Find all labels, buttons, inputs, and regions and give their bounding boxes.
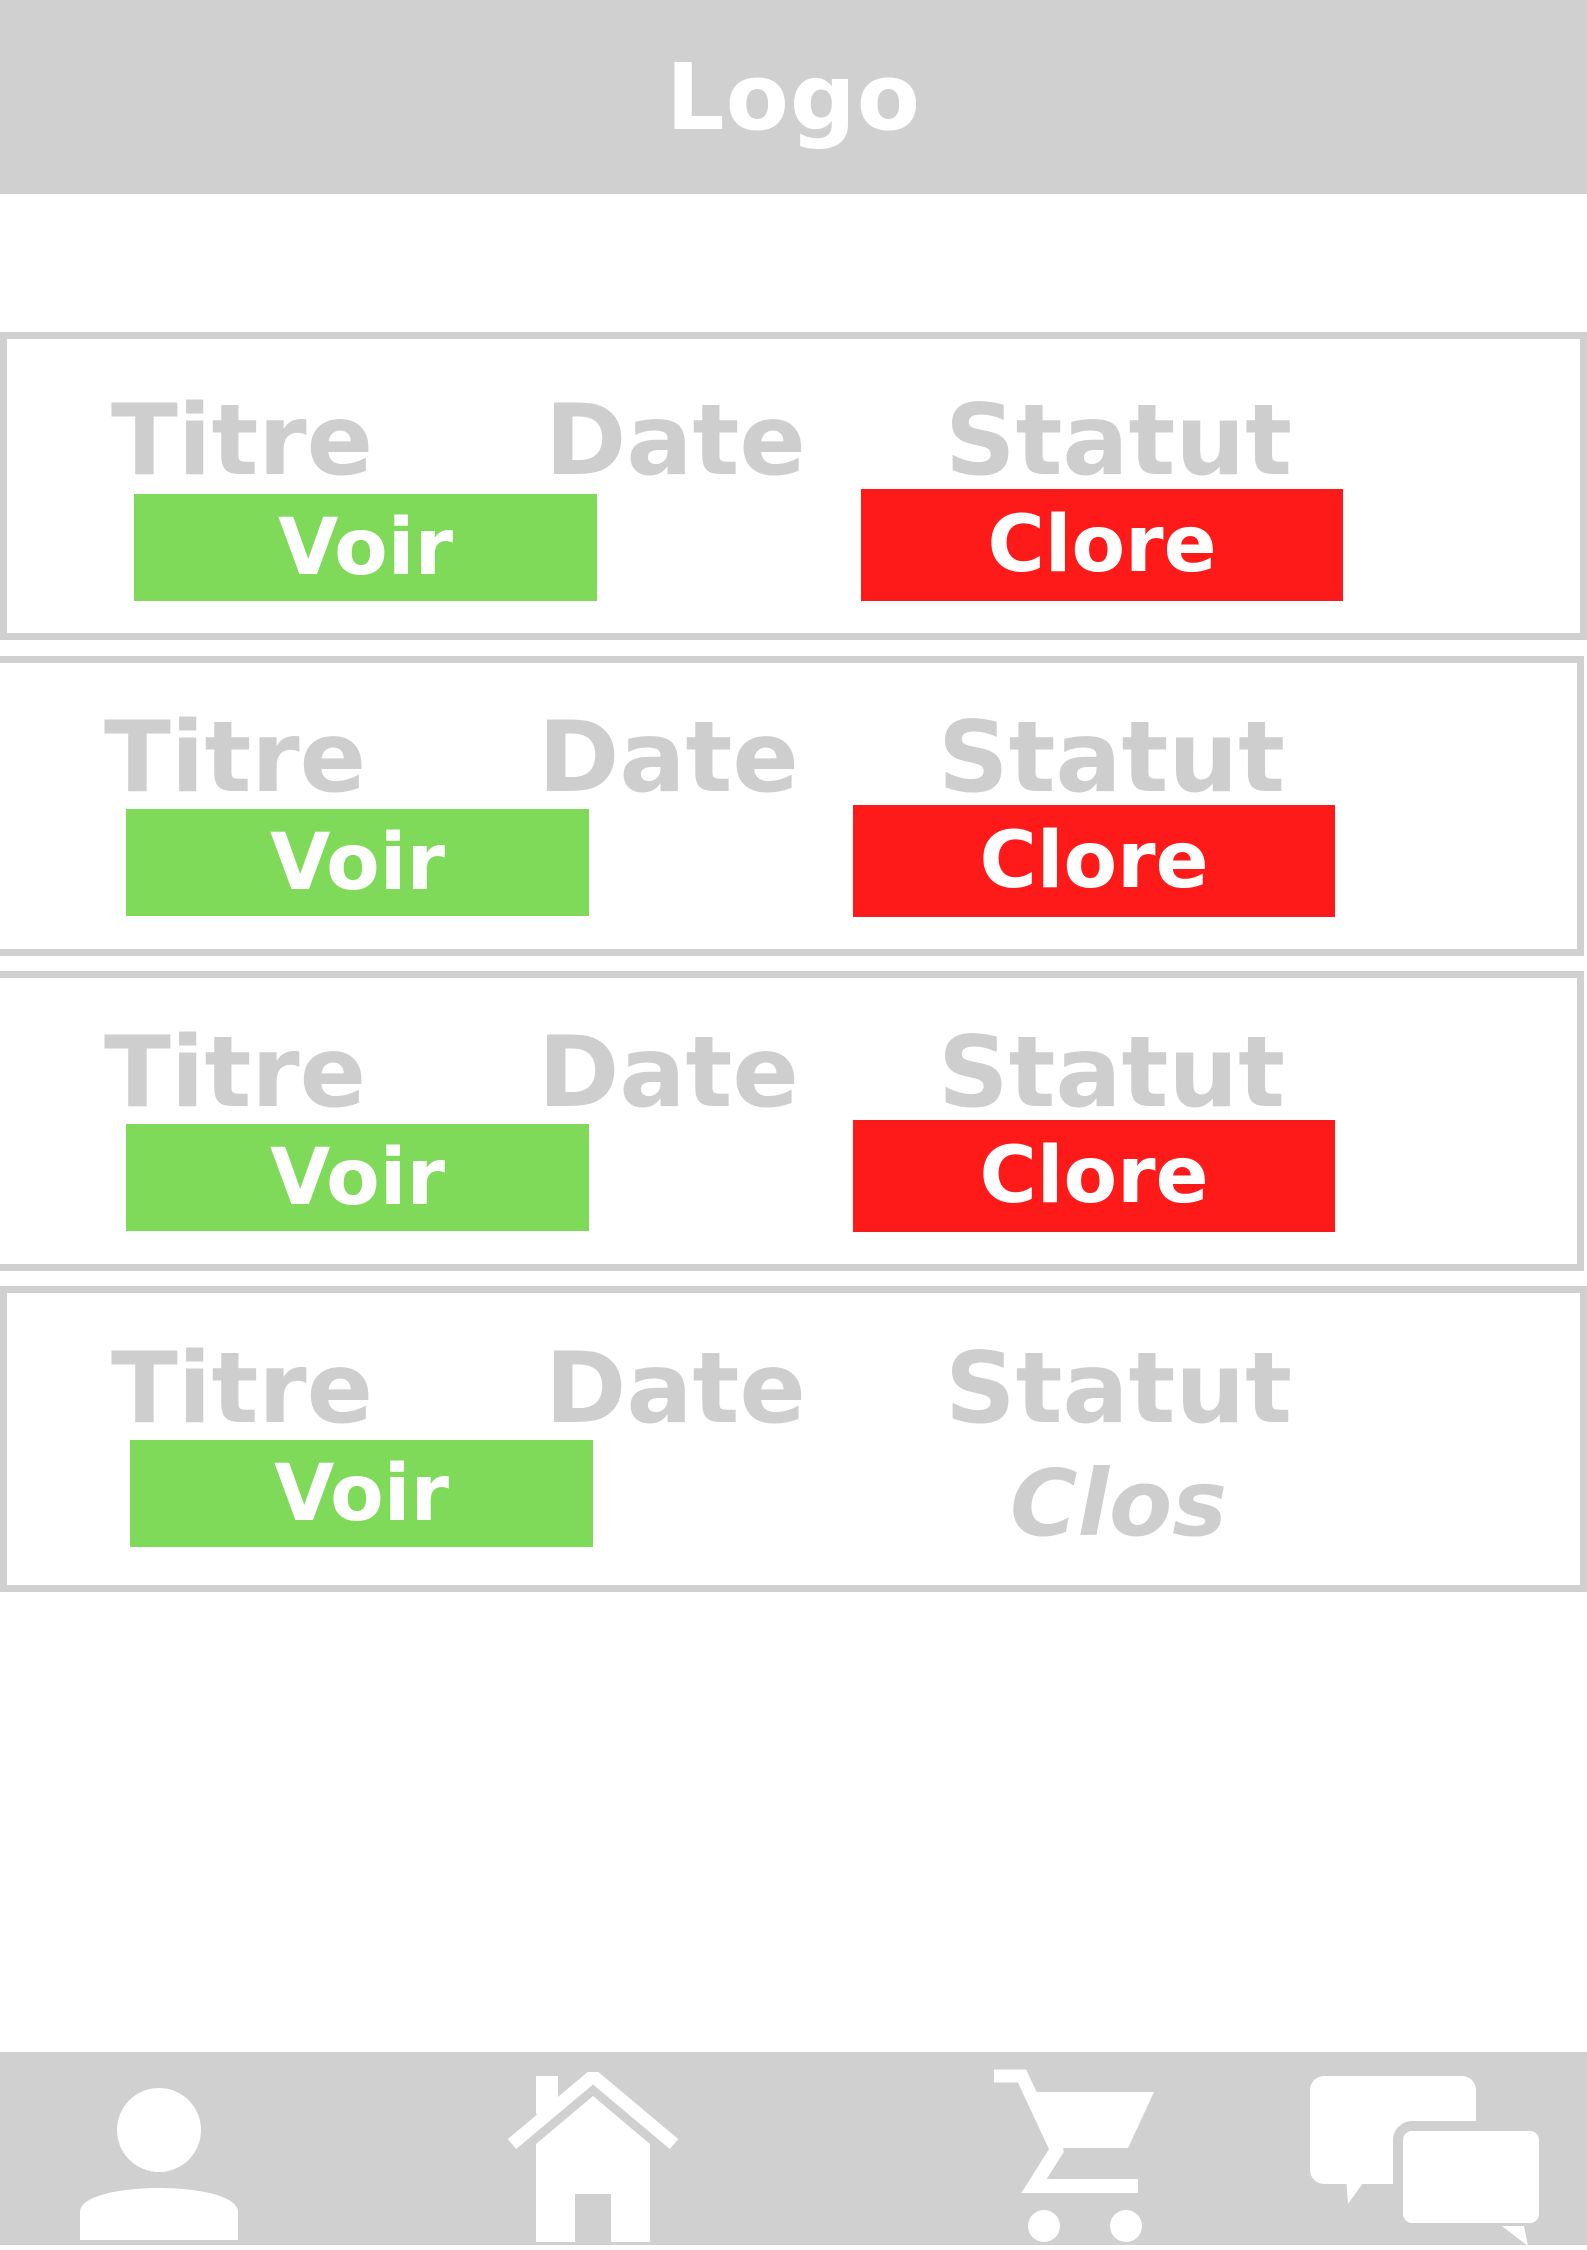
date-label: Date <box>538 1016 799 1130</box>
bottom-nav <box>0 2052 1587 2246</box>
date-label: Date <box>538 701 799 815</box>
close-button[interactable]: Clore <box>861 489 1343 601</box>
chat-icon[interactable] <box>1306 2076 1550 2246</box>
status-label: Statut <box>945 1332 1293 1446</box>
close-button[interactable]: Clore <box>853 1120 1335 1232</box>
list-item: Titre Date Statut Voir Clos <box>0 1286 1587 1592</box>
status-label: Statut <box>938 1016 1286 1130</box>
view-button[interactable]: Voir <box>126 809 589 916</box>
view-button[interactable]: Voir <box>130 1440 593 1547</box>
status-label: Statut <box>945 384 1293 498</box>
close-button[interactable]: Clore <box>853 805 1335 917</box>
closed-status-text: Clos <box>1010 1450 1228 1557</box>
header-bar: Logo <box>0 0 1587 194</box>
logo: Logo <box>666 43 921 151</box>
list-item: Titre Date Statut Voir Clore <box>0 332 1587 640</box>
status-label: Statut <box>938 701 1286 815</box>
list-item: Titre Date Statut Voir Clore <box>0 971 1584 1271</box>
title-label: Titre <box>104 1016 367 1130</box>
view-button[interactable]: Voir <box>134 494 597 601</box>
title-label: Titre <box>111 384 374 498</box>
date-label: Date <box>545 384 806 498</box>
title-label: Titre <box>104 701 367 815</box>
view-button[interactable]: Voir <box>126 1124 589 1231</box>
date-label: Date <box>545 1332 806 1446</box>
title-label: Titre <box>111 1332 374 1446</box>
home-icon[interactable] <box>507 2067 679 2242</box>
user-icon[interactable] <box>74 2070 244 2240</box>
cart-icon[interactable] <box>992 2068 1156 2244</box>
list-item: Titre Date Statut Voir Clore <box>0 656 1584 956</box>
